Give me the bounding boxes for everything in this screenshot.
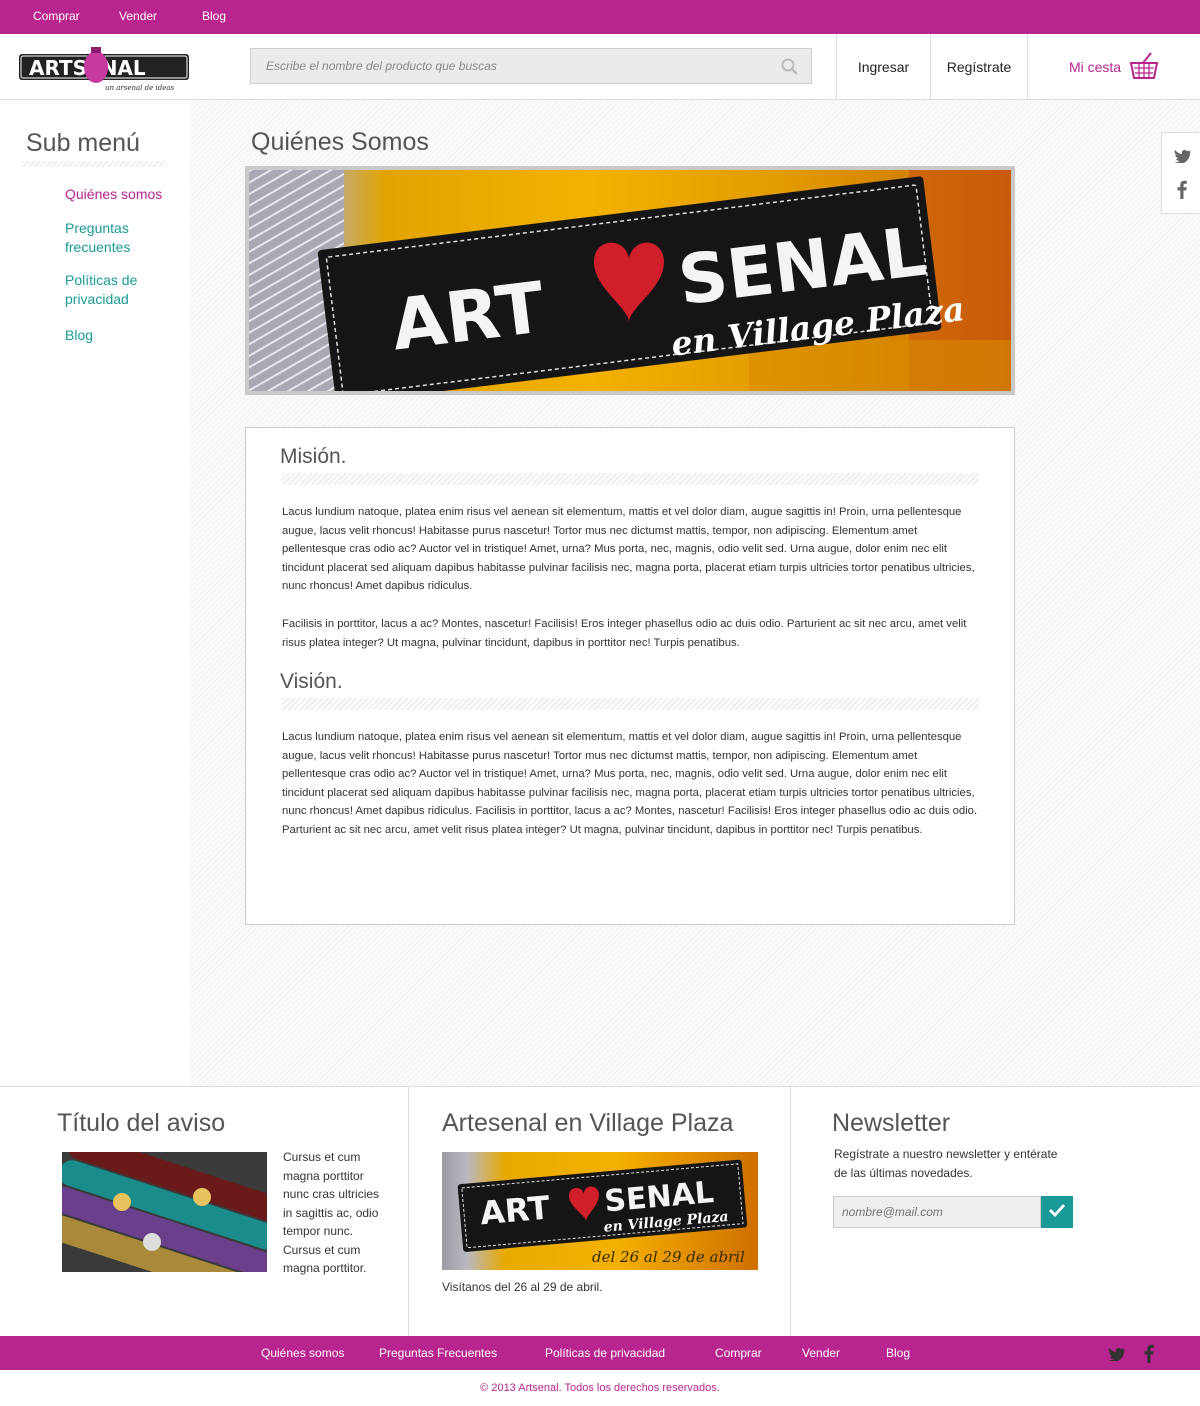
mission-title: Misión. xyxy=(280,445,347,468)
search-bar xyxy=(250,48,812,84)
top-nav-blog[interactable]: Blog xyxy=(202,9,226,23)
bottom-nav-vender[interactable]: Vender xyxy=(802,1346,840,1360)
sidebar: Sub menú Quiénes somos Preguntas frecuen… xyxy=(0,100,190,1086)
banner-image: ART SENAL en Village Plaza xyxy=(249,170,1011,391)
sidebar-item-politicas-privacidad[interactable]: Políticas de privacidad xyxy=(65,271,185,309)
vision-title: Visión. xyxy=(280,670,343,693)
bottom-nav-politicas-privacidad[interactable]: Políticas de privacidad xyxy=(545,1346,665,1360)
bottom-nav: Quiénes somos Preguntas Frecuentes Polít… xyxy=(0,1336,1200,1370)
event-caption: Visítanos del 26 al 29 de abril. xyxy=(442,1280,603,1294)
newsletter-title: Newsletter xyxy=(832,1109,951,1137)
footer-notice-column: Título del aviso Cursus et cum magna por… xyxy=(0,1087,409,1336)
sidebar-item-preguntas-frecuentes[interactable]: Preguntas frecuentes xyxy=(65,219,185,257)
page-title: Quiénes Somos xyxy=(251,128,429,156)
register-button[interactable]: Regístrate xyxy=(930,34,1027,100)
newsletter-email-field xyxy=(833,1196,1041,1228)
event-banner-art-text: ART xyxy=(478,1188,551,1232)
search-input[interactable] xyxy=(251,49,811,83)
mission-paragraph-1: Lacus lundium natoque, platea enim risus… xyxy=(282,506,975,593)
main-content: Quiénes Somos ART SENAL en Village Plaza… xyxy=(190,100,1200,1086)
logo[interactable]: ARTSENAL un arsenal de ideas xyxy=(19,40,199,92)
twitter-icon[interactable] xyxy=(1108,1347,1126,1366)
event-banner-dates: del 26 al 29 de abril xyxy=(592,1248,745,1266)
bottom-nav-preguntas-frecuentes[interactable]: Preguntas Frecuentes xyxy=(379,1346,497,1360)
divider xyxy=(282,698,979,710)
facebook-icon[interactable] xyxy=(1144,1344,1154,1368)
logo-tagline: un arsenal de ideas xyxy=(105,84,175,92)
sidebar-item-blog[interactable]: Blog xyxy=(65,326,185,345)
footer: Título del aviso Cursus et cum magna por… xyxy=(0,1086,1200,1336)
notice-title: Título del aviso xyxy=(57,1109,226,1137)
cart-icon xyxy=(1129,51,1159,84)
cart-label: Mi cesta xyxy=(1068,59,1122,75)
divider xyxy=(22,161,167,167)
divider xyxy=(282,473,979,485)
bottom-nav-quienes-somos[interactable]: Quiénes somos xyxy=(261,1346,344,1360)
social-side-tab xyxy=(1161,132,1200,214)
bottom-nav-blog[interactable]: Blog xyxy=(886,1346,910,1360)
newsletter-email-input[interactable] xyxy=(834,1197,1040,1227)
event-banner[interactable]: ART SENAL en Village Plaza del 26 al 29 … xyxy=(442,1152,758,1270)
content-card: Misión. Lacus lundium natoque, platea en… xyxy=(245,427,1015,925)
search-icon[interactable] xyxy=(781,58,799,81)
copyright: © 2013 Artsenal. Todos los derechos rese… xyxy=(480,1382,720,1394)
sidebar-item-quienes-somos[interactable]: Quiénes somos xyxy=(65,185,185,204)
event-title: Artesenal en Village Plaza xyxy=(442,1109,734,1137)
top-nav-vender[interactable]: Vender xyxy=(119,9,157,23)
twitter-icon[interactable] xyxy=(1174,149,1192,168)
bottom-nav-comprar[interactable]: Comprar xyxy=(715,1346,762,1360)
check-icon xyxy=(1049,1203,1066,1222)
notice-text: Cursus et cum magna porttitor nunc cras … xyxy=(283,1150,380,1275)
footer-event-column: Artesenal en Village Plaza ART SENAL en … xyxy=(409,1087,791,1336)
newsletter-text: Regístrate a nuestro newsletter y entéra… xyxy=(834,1147,1058,1180)
notice-image xyxy=(62,1152,267,1272)
newsletter-submit-button[interactable] xyxy=(1041,1196,1073,1228)
top-bar: Comprar Vender Blog xyxy=(0,0,1200,34)
cart-button[interactable]: Mi cesta xyxy=(1027,34,1200,100)
header: ARTSENAL un arsenal de ideas Ingresar Re… xyxy=(0,34,1200,100)
facebook-icon[interactable] xyxy=(1177,180,1187,204)
mission-paragraph-2: Facilisis in porttitor, lacus a ac? Mont… xyxy=(282,618,967,649)
hero-banner: ART SENAL en Village Plaza xyxy=(245,166,1015,395)
top-nav-comprar[interactable]: Comprar xyxy=(33,9,80,23)
login-button[interactable]: Ingresar xyxy=(836,34,930,100)
sidebar-title: Sub menú xyxy=(26,129,140,157)
vision-paragraph-1: Lacus lundium natoque, platea enim risus… xyxy=(282,731,978,836)
